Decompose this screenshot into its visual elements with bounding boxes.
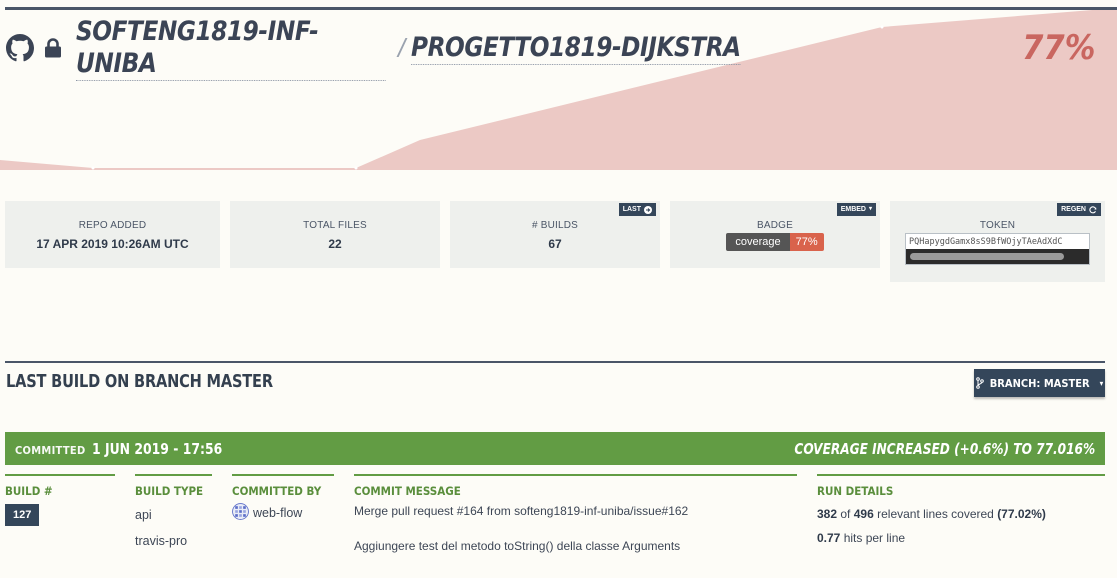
build-type-value: travis-pro — [135, 534, 188, 548]
github-icon[interactable] — [6, 34, 34, 62]
covered-percent: (77.02%) — [997, 507, 1046, 521]
arrow-right-circle-icon — [644, 205, 652, 214]
badge-right-text: 77% — [789, 233, 824, 251]
branch-select-button[interactable]: BRANCH: MASTER ▾ — [974, 369, 1105, 397]
branch-select-label: BRANCH: MASTER — [989, 376, 1090, 390]
builds-card: LAST # BUILDS 67 — [450, 201, 660, 268]
token-scrollbar[interactable] — [906, 249, 1089, 264]
repo-separator: / — [398, 32, 406, 63]
chart-point — [880, 25, 884, 29]
covered-lines-count: 382 — [817, 507, 838, 521]
commit-message-column: COMMIT MESSAGE Merge pull request #164 f… — [354, 474, 797, 564]
regen-label: REGEN — [1061, 206, 1086, 213]
committer-name: web-flow — [253, 506, 303, 520]
coverage-percent: 77% — [1021, 28, 1095, 68]
caret-down-icon: ▾ — [868, 206, 872, 212]
repo-added-value: 17 APR 2019 10:26AM UTC — [36, 237, 189, 251]
badge-card: EMBED ▾ BADGE coverage 77% — [670, 201, 880, 268]
repo-heading: SOFTENG1819-INF-UNIBA / PROGETTO1819-DIJ… — [6, 16, 795, 81]
coverage-badge[interactable]: coverage 77% — [726, 233, 824, 251]
build-type-value: api — [135, 508, 152, 522]
lock-icon — [45, 38, 61, 58]
builds-value: 67 — [548, 237, 562, 251]
embed-label: EMBED — [840, 206, 866, 213]
repo-name-link[interactable]: PROGETTO1819-DIJKSTRA — [411, 32, 741, 65]
committed-by-column: COMMITTED BY web-flow — [232, 474, 334, 524]
token-field — [905, 233, 1090, 265]
hits-text: hits per line — [843, 531, 906, 545]
last-build-title: LAST BUILD ON BRANCH MASTER — [6, 371, 273, 392]
coverage-change-text: COVERAGE INCREASED (+0.6%) TO 77.016% — [794, 439, 1095, 458]
chart-point — [91, 166, 95, 170]
repo-owner-link[interactable]: SOFTENG1819-INF-UNIBA — [76, 16, 386, 81]
token-input[interactable] — [906, 234, 1089, 249]
relevant-lines-text: relevant lines covered — [877, 507, 994, 521]
user-avatar-icon — [232, 503, 249, 520]
embed-button[interactable]: EMBED ▾ — [836, 203, 876, 216]
build-type-header: BUILD TYPE — [135, 474, 212, 498]
last-build-button[interactable]: LAST — [618, 203, 656, 216]
committed-label: COMMITTED — [15, 443, 86, 457]
committed-by-header: COMMITTED BY — [232, 474, 334, 498]
covered-lines-line: 382 of 496 relevant lines covered (77.02… — [817, 502, 1105, 526]
badge-label: BADGE — [756, 220, 793, 231]
total-files-label: TOTAL FILES — [303, 220, 367, 231]
relevant-lines-count: 496 — [853, 507, 874, 521]
token-card: REGEN TOKEN — [890, 201, 1105, 282]
chart-point — [354, 166, 358, 170]
build-type-column: BUILD TYPE api travis-pro — [135, 474, 212, 554]
of-text: of — [840, 507, 851, 521]
token-scrollbar-thumb[interactable] — [910, 253, 1064, 260]
committed-date: 1 JUN 2019 - 17:56 — [91, 439, 222, 458]
hits-value: 0.77 — [817, 531, 841, 545]
repo-added-card: REPO ADDED 17 APR 2019 10:26AM UTC — [5, 201, 220, 268]
git-branch-icon — [975, 377, 984, 389]
build-number-column: BUILD # 127 — [5, 474, 115, 526]
regen-button[interactable]: REGEN — [1057, 203, 1101, 216]
commit-message-line: Merge pull request #164 from softeng1819… — [354, 504, 689, 518]
section-divider — [5, 361, 1105, 363]
repo-added-label: REPO ADDED — [78, 220, 147, 231]
commit-message-line: Aggiungere test del metodo toString() de… — [354, 539, 681, 553]
build-number-header: BUILD # — [5, 474, 115, 498]
refresh-icon — [1089, 205, 1097, 213]
total-files-card: TOTAL FILES 22 — [230, 201, 440, 268]
hits-line: 0.77 hits per line — [817, 526, 1105, 550]
last-build-label: LAST — [622, 206, 641, 213]
badge-left-text: coverage — [726, 233, 790, 251]
token-label: TOKEN — [979, 220, 1016, 231]
caret-down-icon: ▾ — [1099, 378, 1104, 388]
run-details-header: RUN DETAILS — [817, 474, 1105, 498]
builds-label: # BUILDS — [531, 220, 579, 231]
build-number-link[interactable]: 127 — [5, 504, 40, 526]
run-details-column: RUN DETAILS 382 of 496 relevant lines co… — [817, 474, 1105, 550]
total-files-value: 22 — [328, 237, 342, 251]
commit-bar: COMMITTED 1 JUN 2019 - 17:56 COVERAGE IN… — [5, 432, 1105, 465]
